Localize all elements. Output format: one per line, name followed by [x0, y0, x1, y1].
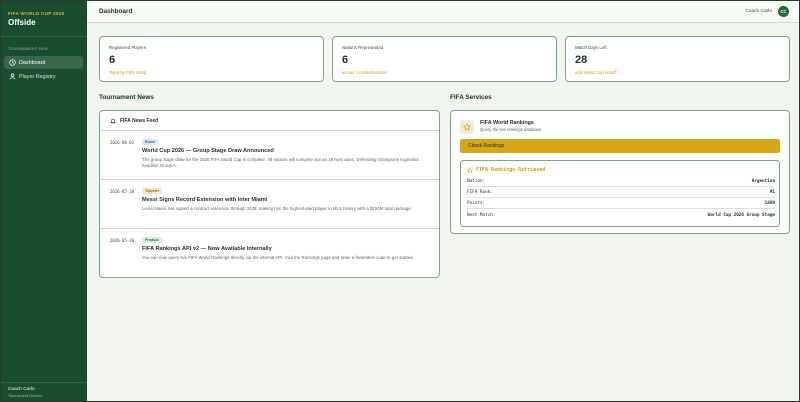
- stat-card-registered-players: Registered Players 6 Top 6 by FIFA ratin…: [99, 36, 324, 82]
- result-title: FIFA Rankings Retrieved: [476, 167, 546, 173]
- result-row-points: Points: 1889: [467, 199, 775, 209]
- stat-note: until World Cup kickoff: [575, 70, 617, 75]
- header-user-name: Coach Carlo: [745, 9, 772, 14]
- stat-value: 6: [342, 54, 349, 66]
- stat-note: Top 6 by FIFA rating: [109, 70, 147, 75]
- news-item[interactable]: 2026-05-28 Transfer Messi Signs Record E…: [100, 180, 439, 229]
- sidebar-item-dashboard[interactable]: Dashboard: [4, 56, 83, 69]
- news-title: World Cup 2026 — Group Stage Draw Announ…: [142, 148, 274, 154]
- result-value: Argentina: [751, 179, 775, 184]
- result-row-fifa-rank: FIFA Rank: #1: [467, 188, 775, 198]
- sidebar-item-player-registry[interactable]: Player Registry: [4, 70, 83, 83]
- dashboard-icon: [9, 59, 16, 66]
- service-description: Query the live rankings database: [480, 127, 542, 132]
- result-header: FIFA Rankings Retrieved: [467, 167, 545, 173]
- stat-note: across 4 confederations: [342, 70, 387, 75]
- news-body: Lionel Messi has signed a contract exten…: [142, 206, 412, 211]
- service-name: FIFA World Rankings: [480, 120, 534, 126]
- news-title: FIFA Rankings API v2 — Now Available Int…: [142, 246, 272, 252]
- check-rankings-button[interactable]: Check Rankings: [460, 139, 780, 153]
- app-window: FIFA WORLD CUP 2026 Offside TOURNAMENT H…: [0, 0, 800, 402]
- result-label: Next Match:: [467, 212, 496, 218]
- news-item[interactable]: 2026-06-01 Event World Cup 2026 — Group …: [100, 131, 439, 180]
- sidebar: FIFA WORLD CUP 2026 Offside TOURNAMENT H…: [1, 1, 87, 401]
- stat-label: Nations Represented: [342, 45, 384, 50]
- stat-value: 6: [109, 54, 116, 66]
- news-body: The group stage draw for the 2026 FIFA W…: [142, 157, 419, 169]
- sidebar-user-role: Tournament Director: [8, 394, 43, 398]
- result-label: Nation:: [467, 179, 486, 184]
- sidebar-divider: [1, 36, 87, 37]
- news-feed-panel: FIFA News Feed 2026-06-01 Event World Cu…: [99, 110, 440, 278]
- stat-card-nations-represented: Nations Represented 6 across 4 confedera…: [332, 36, 557, 82]
- news-item[interactable]: 2026-05-20 Product FIFA Rankings API v2 …: [100, 229, 439, 277]
- news-badge: Product: [142, 237, 162, 243]
- stat-label: Match Days Left: [575, 45, 607, 50]
- news-date: 2026-05-28: [110, 189, 135, 194]
- news-feed-header: FIFA News Feed: [100, 111, 439, 131]
- result-row-next-match: Next Match: World Cup 2026 Group Stage: [467, 210, 775, 220]
- sidebar-user-name: Coach Carlo: [8, 387, 35, 392]
- page-title: Dashboard: [99, 8, 133, 15]
- result-label: FIFA Rank:: [467, 190, 493, 195]
- result-value: 1889: [764, 201, 775, 206]
- news-badge: Event: [142, 139, 158, 145]
- result-row-nation: Nation: Argentina: [467, 177, 775, 187]
- news-body: You can now query live FIFA World Rankin…: [142, 255, 414, 260]
- news-feed-title: FIFA News Feed: [120, 117, 159, 124]
- rankings-result-box: FIFA Rankings Retrieved Nation: Argentin…: [460, 160, 780, 227]
- star-icon: [467, 167, 473, 173]
- news-date: 2026-06-01: [110, 140, 135, 145]
- sidebar-item-label: Dashboard: [19, 59, 46, 66]
- fifa-rankings-service-panel: FIFA World Rankings Query the live ranki…: [450, 110, 790, 234]
- sidebar-divider: [1, 382, 87, 383]
- user-icon: [9, 73, 16, 80]
- brand-subtitle: FIFA WORLD CUP 2026: [8, 11, 65, 16]
- star-icon: [460, 120, 474, 134]
- section-title-news: Tournament News: [99, 94, 154, 101]
- stat-value: 28: [575, 54, 588, 66]
- news-title: Messi Signs Record Extension with Inter …: [142, 197, 268, 203]
- sidebar-item-label: Player Registry: [19, 73, 56, 80]
- result-label: Points:: [467, 201, 486, 206]
- bell-icon: [110, 118, 116, 124]
- news-badge: Transfer: [142, 188, 163, 194]
- result-value: World Cup 2026 Group Stage: [707, 212, 775, 218]
- avatar[interactable]: CC: [778, 6, 789, 17]
- stat-card-match-days-left: Match Days Left 28 until World Cup kicko…: [565, 36, 790, 82]
- nav-section-label: TOURNAMENT HUB: [8, 47, 48, 51]
- stat-label: Registered Players: [109, 45, 147, 50]
- brand-title: Offside: [8, 18, 36, 27]
- result-value: #1: [769, 190, 775, 195]
- top-header: Dashboard Coach Carlo CC: [87, 1, 799, 23]
- section-title-services: FIFA Services: [450, 94, 492, 101]
- news-date: 2026-05-20: [110, 238, 135, 243]
